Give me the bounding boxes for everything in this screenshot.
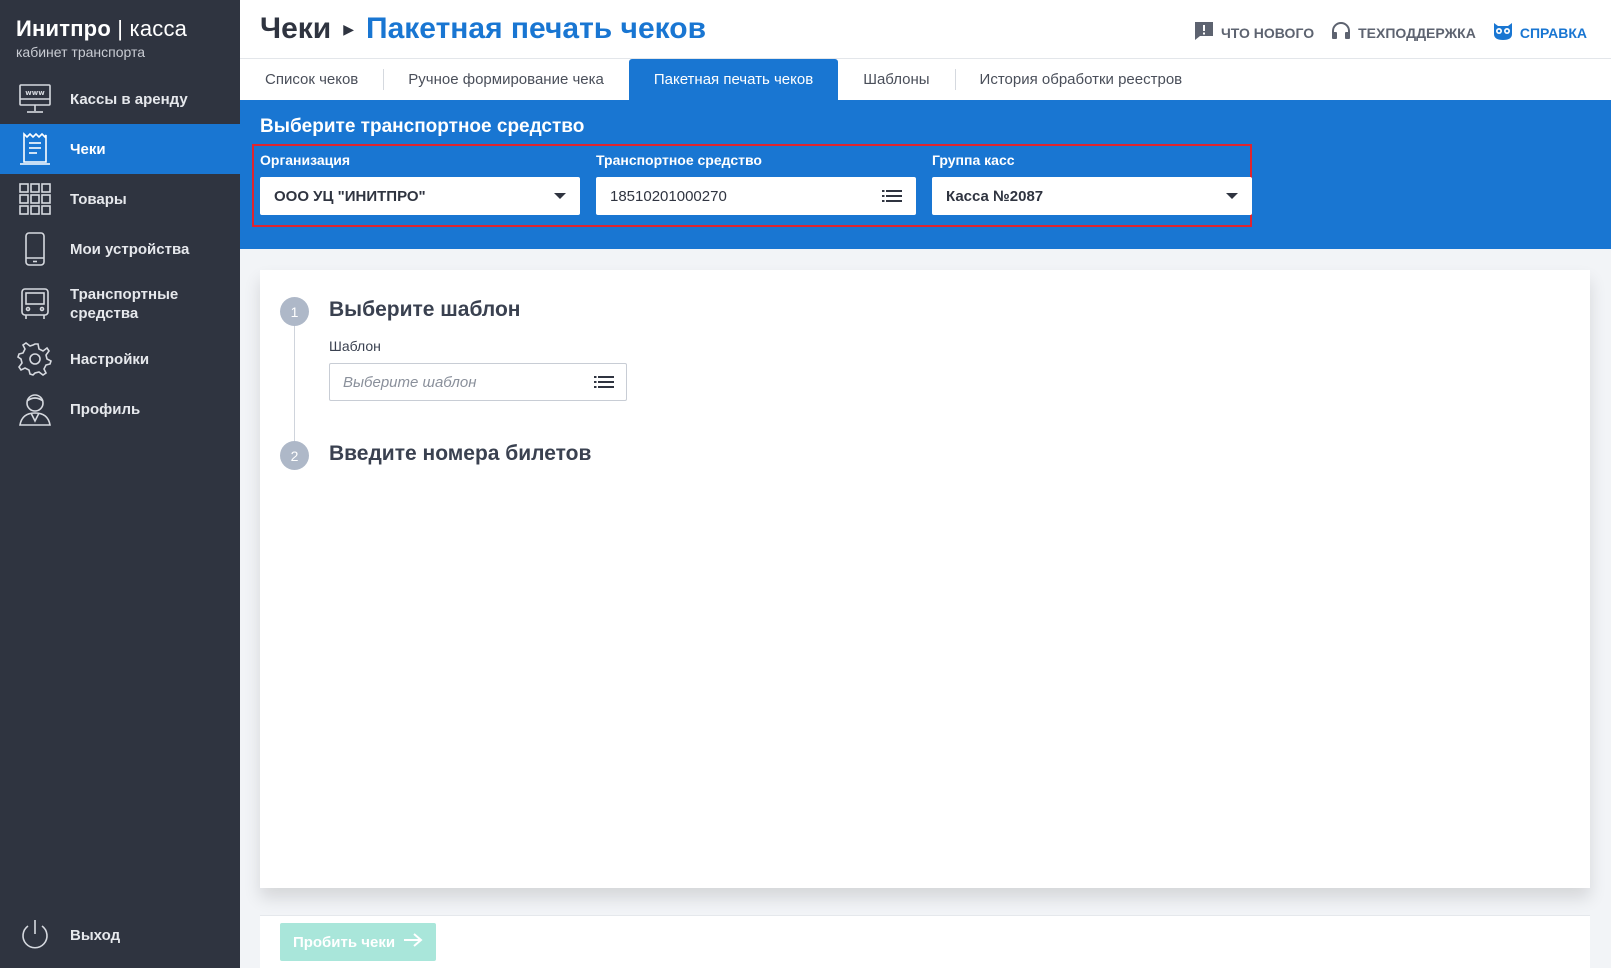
- brand-subtitle: кабинет транспорта: [16, 44, 146, 60]
- step-number-1: 1: [280, 297, 309, 326]
- tab-registry-history[interactable]: История обработки реестров: [954, 59, 1208, 100]
- page-title: Пакетная печать чеков: [366, 12, 707, 45]
- sidebar: Инитпро | касса кабинет транспорта www К…: [0, 0, 240, 968]
- sidebar-item-profile[interactable]: Профиль: [0, 384, 240, 434]
- headset-icon: [1330, 20, 1352, 45]
- whats-new-label: ЧТО НОВОГО: [1220, 24, 1315, 41]
- sidebar-item-vehicles[interactable]: Транспортные средства: [0, 274, 240, 334]
- brand-title-main: Инитпро: [16, 16, 111, 41]
- sidebar-nav: www Кассы в аренду Чеки Товары Мои устро…: [0, 74, 240, 434]
- sidebar-item-devices[interactable]: Мои устройства: [0, 224, 240, 274]
- power-icon: [16, 916, 54, 954]
- list-icon[interactable]: [594, 374, 614, 390]
- arrow-right-icon: [403, 932, 423, 952]
- select-value: 18510201000270: [610, 187, 727, 205]
- template-label: Шаблон: [329, 338, 381, 354]
- step-connector: [294, 322, 295, 452]
- brand-title-rest: касса: [129, 16, 188, 41]
- sidebar-item-label: Чеки: [70, 140, 106, 158]
- tab-bar: Список чеков Ручное формирование чека Па…: [240, 58, 1611, 100]
- caret-down-icon: [1226, 193, 1238, 199]
- grid-icon: [16, 180, 54, 218]
- batch-print-card: 1 Выберите шаблон Шаблон Выберите шаблон…: [260, 270, 1590, 888]
- sidebar-item-label: Мои устройства: [70, 240, 190, 258]
- help-link[interactable]: СПРАВКА: [1492, 20, 1587, 45]
- support-link[interactable]: ТЕХПОДДЕРЖКА: [1330, 20, 1476, 45]
- www-monitor-icon: www: [16, 80, 54, 118]
- header-links: ЧТО НОВОГО ТЕХПОДДЕРЖКА СПРАВКА: [1193, 20, 1587, 45]
- sidebar-item-settings[interactable]: Настройки: [0, 334, 240, 384]
- receipt-icon: [16, 130, 54, 168]
- tab-batch-print[interactable]: Пакетная печать чеков: [628, 59, 839, 100]
- brand-title-sep: |: [110, 16, 130, 41]
- sidebar-item-label: Товары: [70, 190, 127, 208]
- user-icon: [16, 390, 54, 428]
- svg-text:www: www: [25, 89, 45, 97]
- sidebar-item-label: Транспортные средства: [70, 286, 179, 322]
- sidebar-item-goods[interactable]: Товары: [0, 174, 240, 224]
- brand-logo[interactable]: Инитпро | касса кабинет транспорта: [0, 0, 240, 66]
- sidebar-item-label: Настройки: [70, 350, 150, 368]
- section-title: Выберите транспортное средство: [260, 116, 585, 137]
- phone-icon: [16, 230, 54, 268]
- vehicle-field: Транспортное средство 18510201000270: [596, 152, 916, 215]
- breadcrumb-parent[interactable]: Чеки: [260, 12, 331, 46]
- tab-receipt-list[interactable]: Список чеков: [240, 59, 383, 100]
- breadcrumb: Чеки ▶ Пакетная печать чеков: [260, 12, 706, 46]
- sidebar-item-rent[interactable]: www Кассы в аренду: [0, 74, 240, 124]
- field-label: Организация: [260, 152, 351, 168]
- chevron-right-icon: ▶: [343, 20, 355, 37]
- field-label: Транспортное средство: [596, 152, 762, 168]
- owl-icon: [1492, 20, 1514, 45]
- whats-new-link[interactable]: ЧТО НОВОГО: [1193, 20, 1314, 45]
- template-placeholder: Выберите шаблон: [343, 373, 477, 391]
- gear-icon: [16, 340, 54, 378]
- action-footer: Пробить чеки: [260, 915, 1590, 968]
- step-number-2: 2: [280, 441, 309, 470]
- announcement-icon: [1193, 20, 1215, 45]
- help-label: СПРАВКА: [1519, 24, 1587, 41]
- bus-icon: [16, 285, 54, 323]
- cash-group-select[interactable]: Касса №2087: [932, 177, 1252, 215]
- page-header: Чеки ▶ Пакетная печать чеков ЧТО НОВОГО …: [240, 0, 1611, 58]
- submit-receipts-button[interactable]: Пробить чеки: [280, 923, 436, 961]
- step-1-title: Выберите шаблон: [329, 298, 521, 321]
- field-label: Группа касс: [932, 152, 1015, 168]
- tab-manual-receipt[interactable]: Ручное формирование чека: [383, 59, 629, 100]
- sidebar-item-label: Профиль: [70, 400, 141, 418]
- organization-select[interactable]: ООО УЦ "ИНИТПРО": [260, 177, 580, 215]
- logout-label: Выход: [70, 926, 121, 944]
- sidebar-item-receipts[interactable]: Чеки: [0, 124, 240, 174]
- vehicle-select[interactable]: 18510201000270: [596, 177, 916, 215]
- select-value: ООО УЦ "ИНИТПРО": [274, 187, 426, 205]
- tab-templates[interactable]: Шаблоны: [838, 59, 954, 100]
- select-value: Касса №2087: [946, 187, 1044, 205]
- support-label: ТЕХПОДДЕРЖКА: [1358, 24, 1476, 41]
- logout-button[interactable]: Выход: [0, 910, 240, 960]
- submit-label: Пробить чеки: [292, 933, 396, 951]
- template-picker[interactable]: Выберите шаблон: [329, 363, 627, 401]
- sidebar-item-label: Кассы в аренду: [70, 90, 188, 108]
- step-2-title: Введите номера билетов: [329, 442, 592, 465]
- brand-title: Инитпро | касса: [16, 16, 224, 42]
- cash-group-field: Группа касс Касса №2087: [932, 152, 1252, 215]
- organization-field: Организация ООО УЦ "ИНИТПРО": [260, 152, 580, 215]
- list-icon[interactable]: [882, 188, 902, 204]
- vehicle-selection-panel: Выберите транспортное средство Организац…: [240, 100, 1611, 249]
- caret-down-icon: [554, 193, 566, 199]
